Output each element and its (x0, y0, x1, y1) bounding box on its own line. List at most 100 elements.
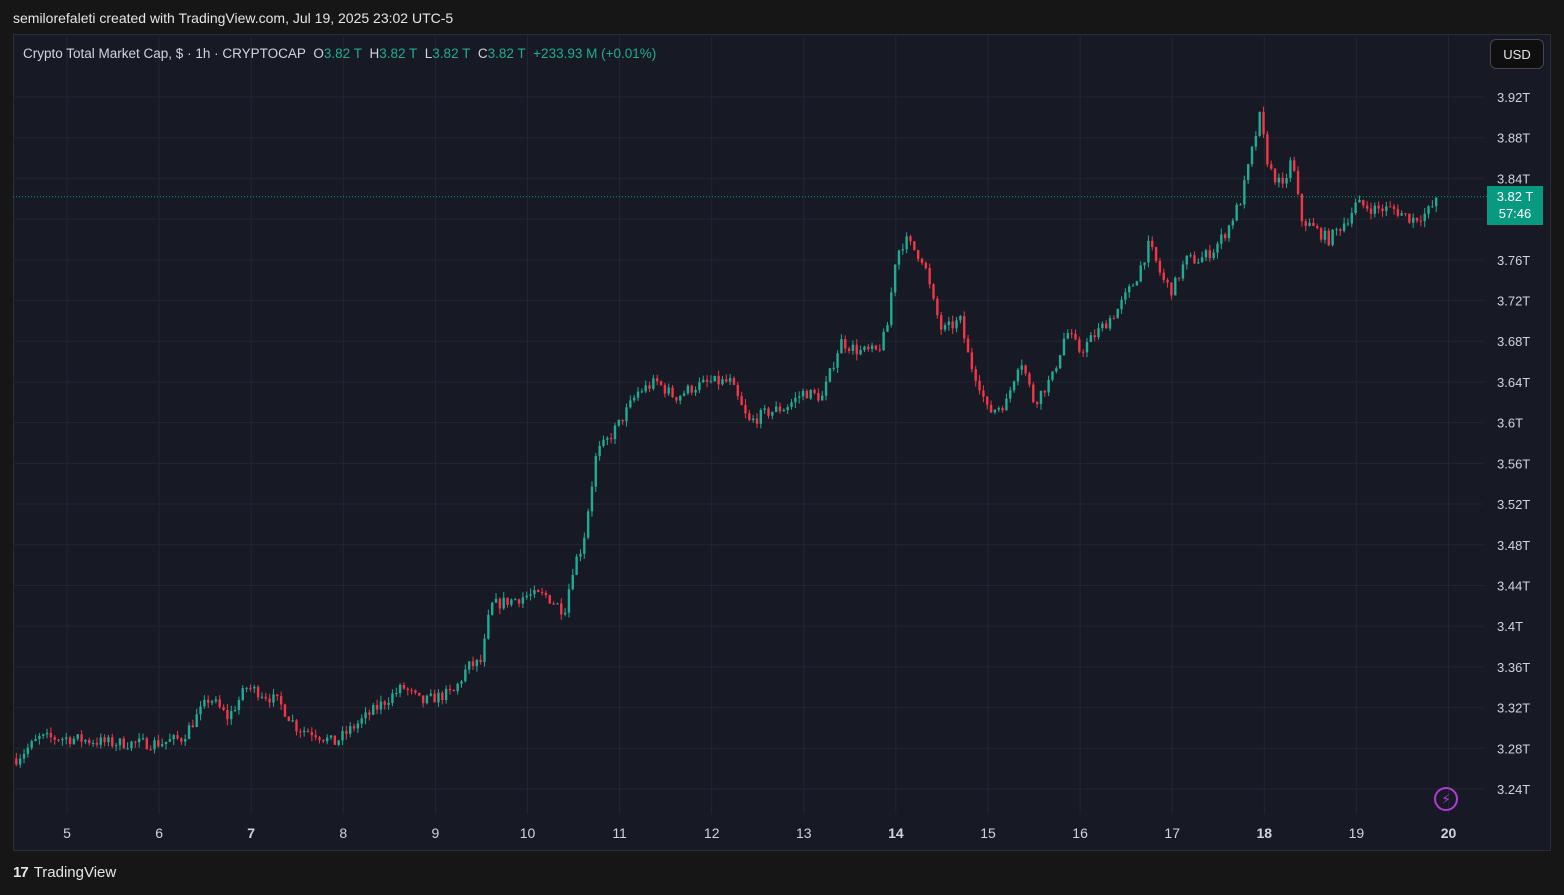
candle-body (1151, 240, 1154, 248)
candle-body (1208, 250, 1212, 259)
candle-body (659, 381, 663, 385)
symbol-legend: Crypto Total Market Cap, $ · 1h · CRYPTO… (23, 46, 656, 61)
candle-body (137, 738, 141, 743)
candle-body (49, 732, 53, 738)
x-tick-label: 14 (888, 825, 904, 841)
close-value: 3.82 T (487, 46, 526, 61)
candle-body (425, 695, 429, 704)
candle-body (341, 731, 344, 741)
candle-body (145, 738, 149, 750)
candle-body (241, 688, 244, 700)
candlestick-chart[interactable]: 3.24T 3.28T 3.32T 3.36T 3.4T 3.44T 3.48T 3.52T 3… (13, 34, 1551, 851)
y-tick-label: 3.32T (1497, 701, 1530, 716)
candle-body (1081, 351, 1085, 353)
candle-body (1158, 260, 1162, 273)
candle-body (61, 738, 64, 741)
candle-body (191, 725, 195, 728)
candle-body (34, 738, 37, 742)
candle-body (621, 419, 624, 422)
candle-body (1035, 402, 1039, 405)
candle-body (1047, 379, 1050, 393)
candle-body (1254, 135, 1258, 147)
candle-body (567, 589, 571, 613)
candle-body (1051, 371, 1054, 380)
candle-body (448, 688, 452, 690)
candle-body (920, 258, 924, 263)
candle-body (1381, 208, 1384, 212)
candle-body (1427, 206, 1430, 214)
y-tick-label: 3.68T (1497, 334, 1530, 349)
candle-body (533, 590, 536, 595)
candle-body (168, 739, 172, 742)
currency-button[interactable]: USD (1490, 39, 1544, 69)
candle-body (1435, 197, 1438, 207)
candle-body (694, 390, 697, 393)
candle-body (736, 384, 739, 397)
candle-body (88, 739, 91, 744)
candle-body (1231, 220, 1235, 226)
symbol-name[interactable]: Crypto Total Market Cap, $ · 1h · CRYPTO… (23, 46, 306, 61)
candle-body (160, 744, 164, 747)
candle-body (207, 699, 210, 703)
candle-body (943, 325, 947, 330)
candle-body (172, 735, 175, 740)
candle-body (1388, 206, 1392, 208)
x-tick-label: 13 (796, 825, 812, 841)
candle-body (1342, 223, 1346, 231)
candle-body (410, 689, 413, 691)
change-value: +233.93 M (+0.01%) (533, 46, 657, 61)
candle-body (245, 687, 248, 689)
candle-body (1177, 277, 1181, 279)
open-label: O (313, 46, 324, 61)
candle-body (1246, 164, 1250, 181)
candle-body (598, 445, 601, 457)
candle-body (149, 749, 152, 751)
candle-body (705, 379, 709, 382)
candle-body (1300, 194, 1304, 222)
candle-body (402, 684, 406, 689)
candle-body (84, 739, 87, 742)
candle-body (479, 659, 482, 663)
candle-body (571, 574, 574, 590)
candle-body (594, 456, 598, 487)
candle-body (813, 389, 816, 394)
candle-body (306, 730, 310, 733)
y-tick-label: 3.52T (1497, 497, 1530, 512)
candle-body (1258, 111, 1261, 136)
candle-body (1212, 252, 1215, 259)
lightning-icon[interactable]: ⚡ (1434, 787, 1458, 811)
candle-body (164, 741, 168, 745)
x-axis: 5 6 7 8 9 10 11 12 13 14 15 16 17 18 19 20 (63, 825, 1456, 841)
candle-body (287, 716, 291, 722)
y-tick-label: 3.36T (1497, 660, 1530, 675)
candle-body (460, 681, 463, 684)
candle-body (537, 590, 540, 592)
candle-body (1170, 282, 1173, 296)
y-tick-label: 3.48T (1497, 538, 1530, 553)
tradingview-brand[interactable]: 17 TradingView (13, 864, 116, 881)
candle-body (529, 594, 532, 596)
candle-body (114, 745, 118, 747)
candle-body (602, 439, 605, 446)
candle-body (851, 344, 855, 351)
candle-body (663, 384, 667, 394)
candle-body (939, 315, 943, 330)
candle-body (936, 298, 939, 316)
candle-body (1174, 277, 1177, 296)
candle-body (375, 704, 379, 710)
candle-body (1085, 342, 1089, 353)
candle-body (1074, 333, 1077, 340)
candle-body (1296, 170, 1300, 195)
candle-body (1028, 373, 1031, 385)
candle-body (801, 390, 805, 397)
candle-body (989, 404, 993, 413)
candle-body (322, 739, 325, 742)
candle-body (352, 726, 356, 729)
candle-body (751, 418, 755, 421)
candle-body (475, 659, 479, 667)
candle-body (1346, 223, 1350, 225)
candle-body (1392, 206, 1396, 209)
candle-body (1354, 202, 1357, 214)
candle-body (22, 753, 26, 759)
candle-body (379, 701, 383, 710)
